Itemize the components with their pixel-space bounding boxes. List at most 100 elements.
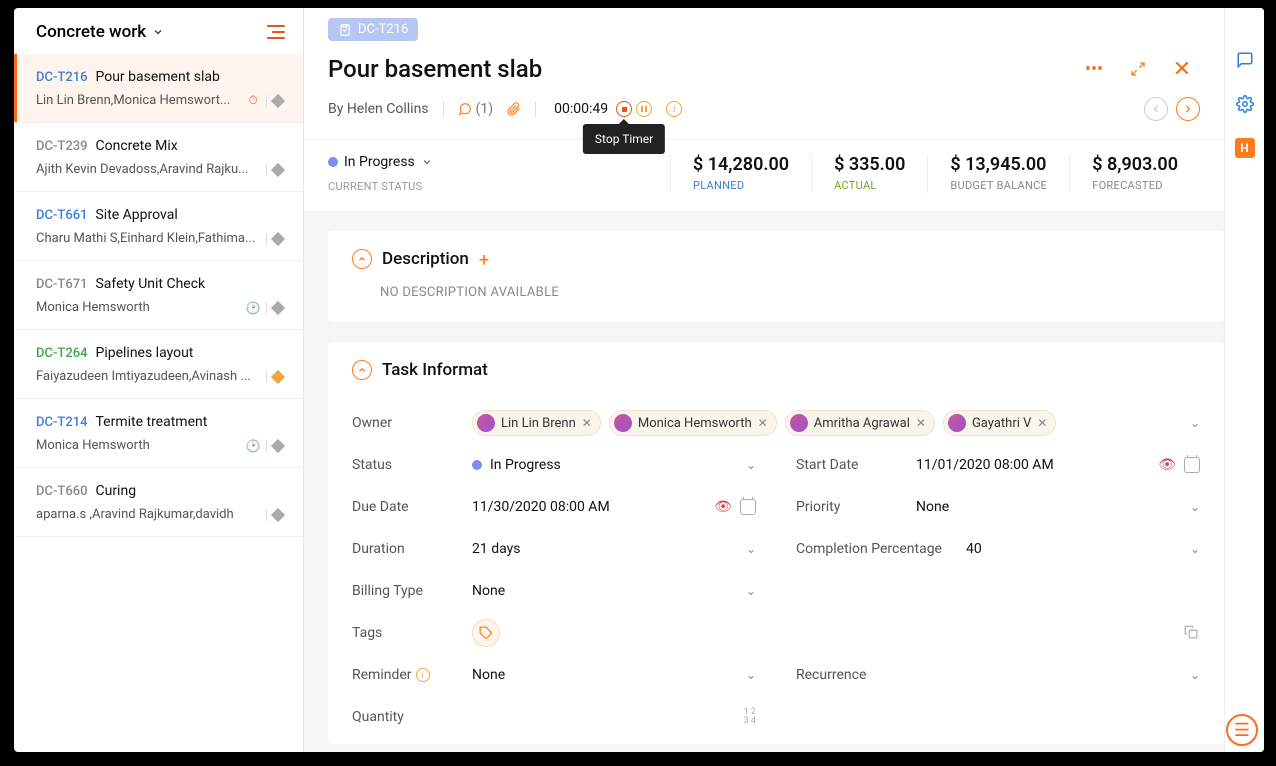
add-tag-button[interactable] [472, 619, 500, 647]
task-title: Pipelines layout [95, 345, 193, 361]
start-date-field[interactable]: Start Date 11/01/2020 08:00 AM👁 [796, 444, 1200, 486]
priority-diamond-icon [271, 300, 285, 314]
owner-chip[interactable]: Gayathri V✕ [943, 410, 1057, 436]
tags-field: Tags [352, 612, 1200, 654]
remove-owner-icon[interactable]: ✕ [758, 416, 768, 430]
task-assignees: Faiyazudeen Imtiyazudeen,Avinash ... [36, 369, 260, 384]
comments-button[interactable]: (1) [458, 101, 494, 117]
overdue-icon: 👁 [1158, 457, 1176, 473]
add-description-button[interactable]: + [479, 250, 497, 268]
priority-diamond-icon [271, 93, 285, 107]
task-header: DC-T216 Pour basement slab ••• ✕ By Hele… [304, 8, 1224, 140]
timer-value: 00:00:49 [554, 101, 608, 117]
task-assignees: Monica Hemsworth [36, 300, 240, 315]
task-assignees: Lin Lin Brenn,Monica Hemswort... [36, 93, 240, 108]
task-id: DC-T239 [36, 139, 87, 154]
filter-icon[interactable] [267, 25, 285, 39]
owner-chip[interactable]: Amritha Agrawal✕ [785, 410, 935, 436]
reminder-field[interactable]: Reminderi None⌄ [352, 654, 756, 696]
task-detail-main: H ☰ DC-T216 Pour basement slab ••• ✕ [304, 8, 1264, 752]
owner-chip[interactable]: Lin Lin Brenn ✕ [472, 410, 601, 436]
billing-type-field[interactable]: Billing Type None⌄ [352, 570, 756, 612]
no-description-text: NO DESCRIPTION AVAILABLE [380, 285, 1200, 300]
task-id: DC-T661 [36, 208, 87, 223]
timer-stop-button[interactable]: Stop Timer [616, 101, 632, 117]
task-byline: By Helen Collins (1) 00:00:49 [328, 97, 1200, 121]
settings-panel-icon[interactable] [1235, 94, 1255, 114]
metric-label: PLANNED [693, 179, 789, 192]
chevron-down-icon [421, 156, 433, 168]
info-icon[interactable]: i [666, 101, 682, 117]
remove-owner-icon[interactable]: ✕ [582, 416, 592, 430]
status-field[interactable]: Status In Progress⌄ [352, 444, 756, 486]
feedback-fab[interactable]: ☰ [1226, 714, 1258, 746]
prev-task-button[interactable] [1144, 97, 1168, 121]
metric-value: $ 335.00 [834, 154, 905, 175]
right-utility-rail: H [1224, 8, 1264, 752]
metric-value: $ 14,280.00 [693, 154, 789, 175]
calendar-icon[interactable] [740, 499, 756, 515]
chat-panel-icon[interactable] [1235, 50, 1255, 70]
task-list-item[interactable]: DC-T214Termite treatment Monica Hemswort… [14, 399, 303, 468]
duration-field[interactable]: Duration 21 days⌄ [352, 528, 756, 570]
status-sublabel: CURRENT STATUS [328, 180, 670, 193]
task-title: Concrete Mix [95, 138, 177, 154]
priority-field[interactable]: Priority None⌄ [796, 486, 1200, 528]
header-actions: ••• ✕ [1084, 59, 1192, 79]
due-date-field[interactable]: Due Date 11/30/2020 08:00 AM👁 [352, 486, 756, 528]
recurrence-field[interactable]: Recurrence ⌄ [796, 654, 1200, 696]
next-task-button[interactable] [1176, 97, 1200, 121]
timer-group: 00:00:49 Stop Timer [554, 101, 652, 117]
task-list-item[interactable]: DC-T264 Pipelines layout Faiyazudeen Imti… [14, 330, 303, 399]
clock-icon: 🕑 [246, 301, 260, 315]
status-dot-icon [328, 157, 338, 167]
owner-chip[interactable]: Monica Hemsworth ✕ [609, 410, 777, 436]
task-id: DC-T264 [36, 346, 87, 361]
metric-block: $ 13,945.00BUDGET BALANCE [927, 154, 1069, 193]
task-list-item[interactable]: DC-T239Concrete Mix Ajith Kevin Devadoss… [14, 123, 303, 192]
overdue-icon: 👁 [714, 499, 732, 515]
task-id: DC-T216 [36, 70, 87, 85]
task-list-item[interactable]: DC-T671Safety Unit Check Monica Hemswort… [14, 261, 303, 330]
task-list-item[interactable]: DC-T661Site Approval Charu Mathi S,Einha… [14, 192, 303, 261]
owner-field: Owner Lin Lin Brenn✕Monica Hemsworth✕Amr… [352, 402, 1200, 444]
metric-label: BUDGET BALANCE [950, 179, 1047, 192]
task-title: Termite treatment [95, 414, 207, 430]
sidebar-title-dropdown[interactable]: Concrete work [36, 22, 164, 42]
description-heading: Description [382, 249, 469, 269]
quantity-field[interactable]: Quantity 1 23 4 [352, 696, 756, 738]
metric-label: FORECASTED [1092, 179, 1178, 192]
expand-icon[interactable] [1128, 59, 1148, 79]
close-icon[interactable]: ✕ [1172, 59, 1192, 79]
owner-name: Lin Lin Brenn [501, 416, 576, 431]
owner-name: Monica Hemsworth [638, 416, 752, 431]
task-list-item[interactable]: DC-T216Pour basement slab Lin Lin Brenn,… [14, 54, 303, 123]
description-card: Description + NO DESCRIPTION AVAILABLE [328, 231, 1224, 322]
chevron-down-icon [152, 26, 164, 38]
priority-diamond-icon [271, 369, 285, 383]
remove-owner-icon[interactable]: ✕ [916, 416, 926, 430]
clipboard-icon [338, 23, 352, 37]
info-icon[interactable]: i [416, 668, 430, 682]
priority-diamond-icon [271, 438, 285, 452]
timer-pause-button[interactable] [636, 101, 652, 117]
calendar-icon[interactable] [1184, 457, 1200, 473]
attachment-button[interactable] [507, 102, 521, 116]
collapse-taskinfo-icon[interactable] [352, 360, 372, 380]
owner-dropdown-icon[interactable]: ⌄ [1190, 416, 1200, 430]
owner-chips: Lin Lin Brenn✕Monica Hemsworth✕Amritha A… [472, 410, 1190, 436]
task-id-text: DC-T216 [358, 22, 408, 37]
status-dropdown[interactable]: In Progress [328, 154, 670, 170]
status-text: In Progress [344, 154, 415, 170]
help-panel-icon[interactable]: H [1235, 138, 1255, 158]
timer-icon: ⏱ [246, 94, 260, 108]
more-menu-icon[interactable]: ••• [1084, 59, 1104, 79]
task-list-item[interactable]: DC-T660Curing aparna.s ,Aravind Rajkumar… [14, 468, 303, 537]
sidebar-title-text: Concrete work [36, 22, 146, 42]
remove-owner-icon[interactable]: ✕ [1037, 416, 1047, 430]
task-title: Pour basement slab [328, 55, 542, 83]
collapse-description-icon[interactable] [352, 249, 372, 269]
completion-field[interactable]: Completion Percentage 40⌄ [796, 528, 1200, 570]
task-id-chip[interactable]: DC-T216 [328, 18, 418, 41]
copy-tags-icon[interactable] [1184, 625, 1200, 641]
